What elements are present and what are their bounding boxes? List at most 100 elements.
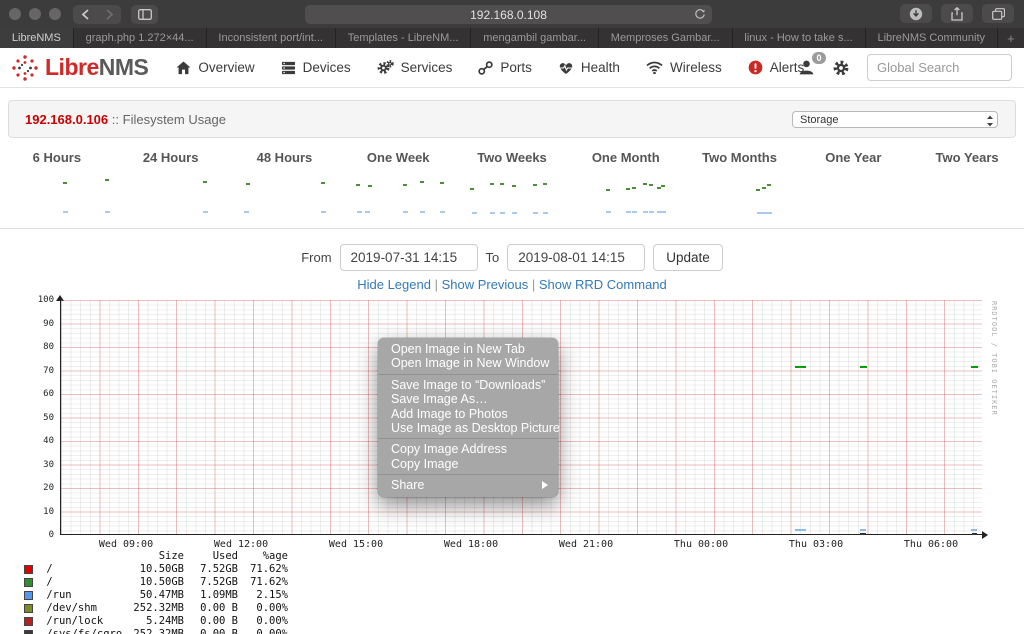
context-menu-item[interactable]: Copy Image	[378, 457, 558, 471]
settings-button[interactable]	[832, 59, 850, 77]
nav-item-ports[interactable]: Ports	[478, 60, 532, 75]
x-axis-tick-label: Wed 21:00	[558, 539, 614, 550]
legend-swatch	[24, 565, 33, 574]
context-menu-item[interactable]: Open Image in New Tab	[378, 342, 558, 356]
context-menu-item[interactable]: Copy Image Address	[378, 442, 558, 456]
thumbnail-mark-blue	[365, 211, 370, 213]
back-button[interactable]	[73, 4, 97, 24]
wifi-icon	[646, 61, 663, 74]
legend-used: 0.00 B	[200, 628, 238, 634]
context-menu-item[interactable]: Add Image to Photos	[378, 407, 558, 421]
time-range-link[interactable]: Two Weeks	[455, 150, 569, 165]
forward-button[interactable]	[97, 4, 121, 24]
download-icon	[909, 7, 923, 20]
zoom-window-button[interactable]	[49, 8, 61, 20]
new-tab-button[interactable]: +	[997, 28, 1024, 48]
context-menu-item[interactable]: Save Image As…	[378, 392, 558, 406]
context-menu-separator	[378, 373, 558, 375]
address-bar[interactable]: 192.168.0.108	[305, 5, 712, 24]
select-stepper-icon	[987, 115, 993, 126]
reload-button[interactable]	[694, 8, 706, 20]
y-axis-tick-label: 0	[48, 530, 54, 540]
user-menu-button[interactable]: 0	[798, 52, 826, 76]
to-date-input[interactable]	[507, 244, 646, 271]
legend-row: /run/lock 5.24MB 0.00 B 0.00%	[24, 615, 288, 628]
app-window: 192.168.0.108 LibreNMS graph.php 1.272×44…	[0, 0, 1024, 634]
nav-item-overview[interactable]: Overview	[176, 60, 255, 75]
rrdtool-watermark: RRDTOOL / TOBI OETIKER	[990, 301, 998, 416]
legend-size: 252.32MB	[133, 628, 184, 634]
context-menu-item[interactable]: Save Image to “Downloads”	[378, 378, 558, 392]
legend-swatch	[24, 617, 33, 626]
nav-item-services[interactable]: Services	[377, 60, 452, 75]
minimize-window-button[interactable]	[29, 8, 41, 20]
legend-mount-name: /sys/fs/cgro	[40, 628, 123, 634]
graph-type-select[interactable]: Storage	[792, 111, 998, 128]
legend-size: 5.24MB	[146, 615, 184, 627]
time-range-link[interactable]: 24 Hours	[114, 150, 228, 165]
context-menu-item[interactable]: Share	[378, 478, 558, 492]
graph-link-hide-legend[interactable]: Hide Legend	[357, 277, 431, 292]
browser-tab[interactable]: LibreNMS	[0, 28, 74, 48]
time-range-link[interactable]: One Month	[569, 150, 683, 165]
graph-link-show-rrd-command[interactable]: Show RRD Command	[539, 277, 667, 292]
legend-mount-name: /	[40, 576, 53, 588]
brand-nms: NMS	[98, 54, 149, 80]
global-search-input[interactable]	[867, 54, 1012, 81]
legend-mount-name: /	[40, 563, 53, 575]
thumbnail-mark-green	[203, 181, 207, 183]
device-ip[interactable]: 192.168.0.106	[25, 112, 108, 127]
browser-tab[interactable]: Templates - LibreNM...	[335, 28, 472, 48]
y-axis-tick-label: 40	[43, 436, 54, 446]
nav-item-label: Devices	[302, 60, 351, 75]
browser-tab[interactable]: LibreNMS Community	[865, 28, 998, 48]
sidebar-toggle-button[interactable]	[131, 4, 158, 24]
device-header-panel: 192.168.0.106 :: Filesystem Usage Storag…	[8, 100, 1016, 138]
thumbnail-mark-green	[767, 184, 771, 186]
librenms-logo[interactable]: LibreNMS	[10, 53, 149, 83]
graph-option-links: Hide Legend | Show Previous | Show RRD C…	[0, 277, 1024, 292]
browser-tab[interactable]: graph.php 1.272×44...	[73, 28, 207, 48]
context-menu-item[interactable]: Use Image as Desktop Picture	[378, 421, 560, 435]
share-button[interactable]	[941, 4, 973, 23]
nav-item-wireless[interactable]: Wireless	[646, 60, 722, 75]
legend-swatch	[24, 604, 33, 613]
legend-column-header: Size	[158, 550, 184, 562]
browser-tab[interactable]: Inconsistent port/int...	[206, 28, 336, 48]
time-range-links: 6 Hours 24 Hours 48 Hours One Week Two Weeks…	[0, 150, 1024, 165]
graph-type-value: Storage	[800, 113, 839, 126]
legend-size: 50.47MB	[139, 589, 184, 601]
legend-row: / 10.50GB 7.52GB 71.62%	[24, 576, 288, 589]
graph-link-show-previous[interactable]: Show Previous	[442, 277, 529, 292]
legend-row: / 10.50GB 7.52GB 71.62%	[24, 563, 288, 576]
time-range-link[interactable]: One Year	[796, 150, 910, 165]
browser-tab[interactable]: linux - How to take s...	[732, 28, 866, 48]
browser-tab[interactable]: mengambil gambar...	[471, 28, 599, 48]
time-range-link[interactable]: 48 Hours	[228, 150, 342, 165]
nav-item-devices[interactable]: Devices	[281, 60, 351, 75]
thumbnail-mark-blue	[643, 211, 648, 213]
time-range-link[interactable]: One Week	[341, 150, 455, 165]
close-window-button[interactable]	[9, 8, 21, 20]
tab-overview-button[interactable]	[982, 4, 1014, 23]
graph-thumbnails-strip[interactable]	[0, 169, 1024, 227]
time-range-link[interactable]: Two Months	[683, 150, 797, 165]
nav-item-alerts[interactable]: Alerts	[748, 60, 804, 75]
legend-used: 0.00 B	[200, 602, 238, 614]
nav-item-health[interactable]: Health	[558, 60, 620, 75]
legend-size: 252.32MB	[133, 602, 184, 614]
browser-tab[interactable]: Memproses Gambar...	[598, 28, 733, 48]
thumbnail-mark-green	[762, 187, 766, 189]
downloads-button[interactable]	[900, 4, 932, 23]
from-date-input[interactable]	[339, 244, 478, 271]
context-menu-item[interactable]: Open Image in New Window	[378, 356, 558, 370]
x-axis-tick-label: Thu 00:00	[673, 539, 729, 550]
update-button[interactable]: Update	[653, 244, 723, 271]
legend-row: /dev/shm 252.32MB 0.00 B 0.00%	[24, 602, 288, 615]
thumbnail-mark-green	[470, 188, 474, 190]
server-icon	[281, 61, 296, 75]
time-range-link[interactable]: 6 Hours	[0, 150, 114, 165]
graph-legend: Size Used %age / 10.50GB 7.52GB 71.62% / 10.50…	[24, 550, 288, 634]
nav-item-label: Overview	[198, 60, 255, 75]
time-range-link[interactable]: Two Years	[910, 150, 1024, 165]
